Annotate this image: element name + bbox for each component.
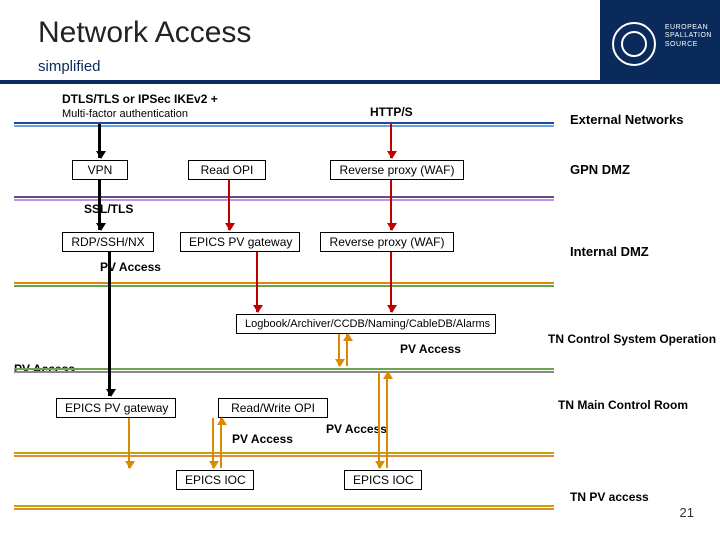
dtls-label: DTLS/TLS or IPSec IKEv2 + xyxy=(62,92,218,106)
arrow-gw-log xyxy=(256,252,258,312)
mfa-label: Multi-factor authentication xyxy=(62,108,188,120)
rdp-box: RDP/SSH/NX xyxy=(62,232,154,252)
slide-root: Network Access simplified EUROPEAN SPALL… xyxy=(0,0,720,540)
logbook-box: Logbook/Archiver/CCDB/Naming/CableDB/Ala… xyxy=(236,314,496,334)
reverse-proxy-2-box: Reverse proxy (WAF) xyxy=(320,232,454,252)
zone-tncs: TN Control System Operation xyxy=(548,332,716,346)
arrow-readopi-gw xyxy=(228,180,230,230)
arrow-rp-log xyxy=(390,252,392,312)
ess-logo-icon xyxy=(612,22,656,66)
arrow-ioc2-log xyxy=(386,372,388,468)
read-opi-box: Read OPI xyxy=(188,160,266,180)
arrow-log-ioc2 xyxy=(378,372,380,468)
zone-tnpv: TN PV access xyxy=(570,490,649,504)
arrow-log-down1 xyxy=(338,334,340,366)
logo-text: EUROPEAN SPALLATION SOURCE xyxy=(665,24,712,49)
zone-tnmcr: TN Main Control Room xyxy=(558,398,688,412)
vpn-box: VPN xyxy=(72,160,128,180)
arrow-rwopi-ioc xyxy=(212,418,214,468)
arrow-vpn-in xyxy=(98,124,101,158)
zone-internal: Internal DMZ xyxy=(570,244,649,259)
epics-ioc-1-box: EPICS IOC xyxy=(176,470,254,490)
reverse-proxy-1-box: Reverse proxy (WAF) xyxy=(330,160,464,180)
zone-gpn: GPN DMZ xyxy=(570,162,630,177)
slide-header: Network Access simplified EUROPEAN SPALL… xyxy=(0,0,720,80)
logo-line-1: EUROPEAN xyxy=(665,24,708,31)
logo-line-3: SOURCE xyxy=(665,41,698,48)
rw-opi-box: Read/Write OPI xyxy=(218,398,328,418)
ssl-label: SSL/TLS xyxy=(84,202,133,216)
header-divider xyxy=(0,80,720,84)
page-number: 21 xyxy=(680,505,694,520)
epics-ioc-2-box: EPICS IOC xyxy=(344,470,422,490)
pv-access-label-2: PV Access xyxy=(400,342,461,356)
epics-gw-2-box: EPICS PV gateway xyxy=(56,398,176,418)
arrow-https-in xyxy=(390,124,392,158)
arrow-rdp-gw2 xyxy=(108,252,111,396)
arrow-gw2-down xyxy=(128,418,130,468)
page-title: Network Access xyxy=(38,16,251,50)
pv-access-label-3: PV Access xyxy=(232,432,293,446)
arrow-ioc-rwopi xyxy=(220,418,222,468)
zone-external: External Networks xyxy=(570,112,683,127)
arrow-rp-rp xyxy=(390,180,392,230)
arrow-log-up1 xyxy=(346,334,348,366)
epics-gw-1-box: EPICS PV gateway xyxy=(180,232,300,252)
page-subtitle: simplified xyxy=(38,58,101,75)
logo-block: EUROPEAN SPALLATION SOURCE xyxy=(600,0,720,80)
https-label: HTTP/S xyxy=(370,105,413,119)
logo-line-2: SPALLATION xyxy=(665,32,712,39)
arrow-vpn-rdp xyxy=(98,180,101,230)
